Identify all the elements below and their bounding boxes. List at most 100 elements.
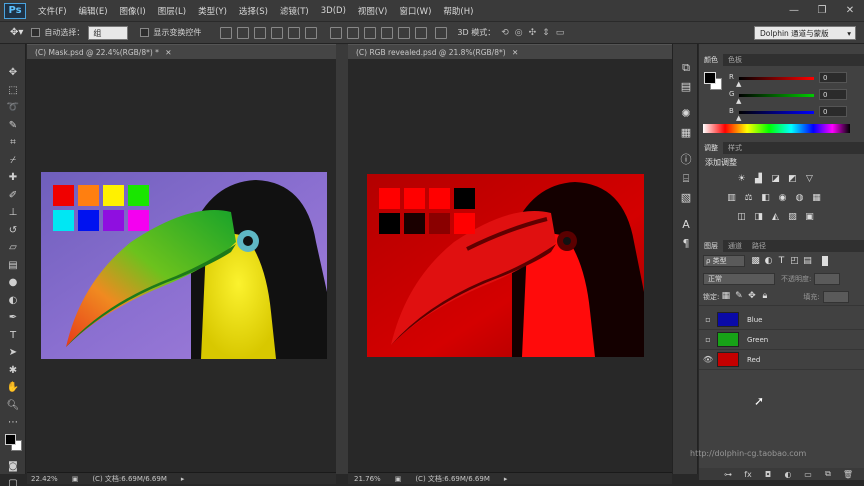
new-layer-icon[interactable]: ⧉	[818, 469, 838, 479]
menu-view[interactable]: 视图(V)	[352, 5, 393, 17]
3d-roll-icon[interactable]: ◎	[515, 28, 523, 38]
color-slider-b[interactable]: B ▲ 0	[699, 104, 864, 122]
healing-tool-icon[interactable]: ✚	[0, 169, 26, 187]
lock-position-icon[interactable]: ✥	[745, 291, 758, 302]
black-white-icon[interactable]: ◧	[759, 193, 772, 204]
status-menu-icon[interactable]: ▸	[181, 473, 185, 484]
history-panel-icon[interactable]: ⧉	[673, 58, 699, 77]
3d-scale-icon[interactable]: ▭	[556, 28, 565, 38]
edit-toolbar-icon[interactable]: ⋯	[0, 414, 26, 432]
align-hcenter-icon[interactable]	[288, 26, 301, 39]
brightness-icon[interactable]: ☀	[735, 174, 748, 185]
history-brush-icon[interactable]: ↺	[0, 222, 26, 240]
hue-saturation-icon[interactable]: ▥	[725, 193, 738, 204]
shape-tool-icon[interactable]: ✱	[0, 362, 26, 380]
color-slider-r[interactable]: R ▲ 0	[699, 70, 864, 88]
tab-paths[interactable]: 路径	[747, 240, 771, 252]
eyedropper-tool-icon[interactable]: ⌿	[0, 152, 26, 170]
path-select-tool-icon[interactable]: ➤	[0, 344, 26, 362]
fill-field[interactable]	[822, 290, 849, 303]
zoom-tool-icon[interactable]: 🔍︎	[0, 397, 26, 415]
zoom-level[interactable]: 22.42%	[31, 473, 58, 484]
auto-select-checkbox[interactable]	[31, 28, 41, 37]
brush-tool-icon[interactable]: ✐	[0, 187, 26, 205]
info-panel-icon[interactable]: ▤	[673, 77, 699, 96]
lasso-tool-icon[interactable]: ➰	[0, 99, 26, 117]
distribute-left-icon[interactable]	[381, 26, 394, 39]
3d-rotate-icon[interactable]: ⟲	[501, 28, 509, 38]
menu-type[interactable]: 类型(Y)	[192, 5, 233, 17]
character-panel-icon[interactable]: A	[673, 215, 699, 234]
filter-smart-icon[interactable]: ▤	[801, 256, 814, 267]
visibility-toggle[interactable]: ▫	[699, 335, 717, 344]
menu-file[interactable]: 文件(F)	[32, 5, 73, 17]
minimize-icon[interactable]: —	[780, 0, 808, 22]
add-mask-icon[interactable]: ◘	[758, 470, 778, 479]
channel-value[interactable]: 0	[819, 89, 847, 100]
channel-value[interactable]: 0	[819, 72, 847, 83]
color-spectrum-bar[interactable]	[703, 124, 850, 133]
show-transform-checkbox[interactable]	[140, 28, 150, 37]
maximize-icon[interactable]: ❐	[808, 0, 836, 22]
move-tool-preset-icon[interactable]: ✥▾	[10, 27, 23, 38]
distribute-hcenter-icon[interactable]	[398, 26, 411, 39]
filter-adjustment-icon[interactable]: ◐	[762, 256, 775, 267]
eraser-tool-icon[interactable]: ▱	[0, 239, 26, 257]
status-menu-icon[interactable]: ▸	[504, 473, 508, 484]
quick-mask-icon[interactable]: ◙	[0, 458, 26, 476]
3d-slide-icon[interactable]: ⇕	[542, 28, 550, 38]
distribute-vcenter-icon[interactable]	[347, 26, 360, 39]
channel-mixer-icon[interactable]: ◍	[793, 193, 806, 204]
pen-tool-icon[interactable]: ✒	[0, 309, 26, 327]
tab-styles[interactable]: 样式	[723, 142, 747, 154]
document-tab-mask[interactable]: (C) Mask.psd @ 22.4%(RGB/8*) * ✕	[27, 44, 336, 59]
slider-track[interactable]	[739, 94, 814, 97]
stamp-tool-icon[interactable]: ⊥	[0, 204, 26, 222]
distribute-top-icon[interactable]	[330, 26, 343, 39]
new-group-icon[interactable]: ▭	[798, 470, 818, 479]
align-bottom-icon[interactable]	[254, 26, 267, 39]
marquee-tool-icon[interactable]: ⬚	[0, 82, 26, 100]
brush-panel-icon[interactable]: ▦	[673, 123, 699, 142]
tab-adjustments[interactable]: 调整	[699, 142, 723, 154]
invert-icon[interactable]: ◫	[735, 212, 748, 223]
tab-swatches[interactable]: 色板	[723, 54, 747, 66]
opacity-field[interactable]	[814, 273, 841, 285]
slider-handle-icon[interactable]: ▲	[736, 114, 741, 122]
menu-edit[interactable]: 编辑(E)	[73, 5, 114, 17]
close-icon[interactable]: ✕	[165, 48, 171, 57]
color-swatches[interactable]	[0, 432, 26, 458]
tab-layers[interactable]: 图层	[699, 240, 723, 252]
screen-mode-icon[interactable]: ▢	[0, 475, 26, 486]
lock-transparent-icon[interactable]: ▦	[719, 291, 732, 302]
menu-help[interactable]: 帮助(H)	[437, 5, 479, 17]
menu-3d[interactable]: 3D(D)	[315, 6, 352, 16]
layer-row-red[interactable]: 👁︎ Red	[699, 350, 864, 370]
workspace-switcher[interactable]: Dolphin 通道与蒙版 ▾	[754, 26, 856, 40]
color-slider-g[interactable]: G ▲ 0	[699, 87, 864, 105]
filter-toggle-icon[interactable]	[822, 256, 828, 266]
filter-type-icon[interactable]: T	[775, 256, 788, 267]
align-vcenter-icon[interactable]	[237, 26, 250, 39]
vibrance-icon[interactable]: ▽	[803, 174, 816, 185]
selective-color-icon[interactable]: ▣	[803, 212, 816, 223]
align-top-icon[interactable]	[220, 26, 233, 39]
properties-panel-icon[interactable]: ⌸	[673, 169, 699, 188]
gradient-tool-icon[interactable]: ▤	[0, 257, 26, 275]
move-tool-icon[interactable]: ✥	[0, 64, 26, 82]
align-left-icon[interactable]	[271, 26, 284, 39]
levels-icon[interactable]: ▟	[752, 174, 765, 185]
channel-value[interactable]: 0	[819, 106, 847, 117]
color-balance-icon[interactable]: ⚖	[742, 193, 755, 204]
3d-pan-icon[interactable]: ✣	[529, 28, 537, 38]
menu-filter[interactable]: 滤镜(T)	[274, 5, 315, 17]
zoom-level[interactable]: 21.76%	[354, 473, 381, 484]
menu-layer[interactable]: 图层(L)	[152, 5, 192, 17]
close-icon[interactable]: ✕	[512, 48, 518, 57]
tab-color[interactable]: 颜色	[699, 54, 723, 66]
link-layers-icon[interactable]: ⊶	[718, 470, 738, 479]
crop-tool-icon[interactable]: ⌗	[0, 134, 26, 152]
slider-track[interactable]	[739, 77, 814, 80]
blend-mode-select[interactable]: 正常	[703, 273, 775, 285]
auto-align-icon[interactable]	[435, 26, 448, 39]
